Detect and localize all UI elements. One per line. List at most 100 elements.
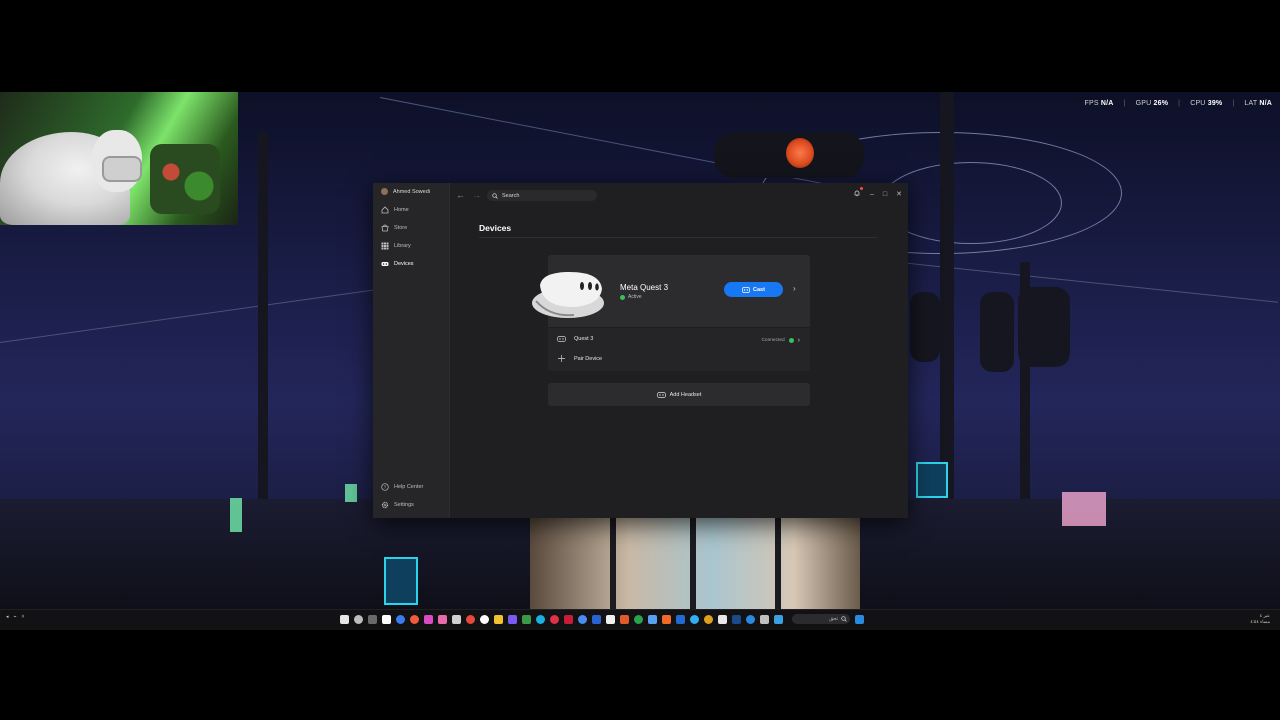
app-icon[interactable] <box>382 614 391 624</box>
app-icon[interactable] <box>746 614 755 624</box>
fps-stat: FPS N/A <box>1084 100 1114 107</box>
sidebar-item-label: Home <box>394 207 409 213</box>
headset-icon <box>557 336 566 342</box>
system-tray: ◂ ⌁ ˄ <box>6 614 24 620</box>
app-icon[interactable] <box>564 614 573 624</box>
app-icon[interactable] <box>424 614 433 624</box>
app-icon[interactable] <box>466 614 475 624</box>
app-icon[interactable] <box>494 614 503 624</box>
connection-status: Connected › <box>761 337 800 344</box>
app-icon[interactable] <box>704 614 713 624</box>
app-icon[interactable] <box>690 614 699 624</box>
taskbar-apps: تحق <box>340 614 864 624</box>
device-list: Quest 3 Connected › Pair Device <box>548 328 810 371</box>
cpu-stat: CPU 39% <box>1190 100 1223 107</box>
headset-icon <box>656 391 666 398</box>
home-icon <box>381 206 389 214</box>
network-icon[interactable]: ⌁ <box>14 614 17 620</box>
sidebar-item-library[interactable]: Library <box>381 242 411 250</box>
pair-device-button[interactable]: Pair Device <box>557 354 602 363</box>
chevron-right-icon[interactable]: › <box>798 337 800 344</box>
store-sign <box>384 557 418 605</box>
app-icon[interactable] <box>354 614 363 624</box>
quest-3-headset-image <box>532 271 604 318</box>
store-sign <box>916 462 948 498</box>
app-icon[interactable] <box>606 614 615 624</box>
headset-row[interactable]: Quest 3 <box>557 336 593 342</box>
app-icon[interactable] <box>480 614 489 624</box>
app-icon[interactable] <box>550 614 559 624</box>
neon-light <box>345 484 357 502</box>
webcam-overlay <box>0 92 238 225</box>
sidebar-item-devices[interactable]: Devices <box>381 260 414 268</box>
volume-icon[interactable]: ◂ <box>6 614 9 620</box>
sidebar-item-label: Help Center <box>394 484 424 490</box>
windows-start-icon[interactable] <box>855 614 864 624</box>
app-icon[interactable] <box>452 614 461 624</box>
avatar <box>381 188 388 195</box>
app-icon[interactable] <box>438 614 447 624</box>
app-icon[interactable] <box>578 614 587 624</box>
status-dot-icon <box>788 338 794 343</box>
taskbar: ◂ ⌁ ˄ تحق عبر ٤ مساء ٤:٥٤ <box>0 609 1280 630</box>
grid-icon <box>381 242 389 250</box>
storefront <box>530 517 860 609</box>
app-icon[interactable] <box>536 614 545 624</box>
app-icon[interactable] <box>634 614 643 624</box>
close-icon[interactable]: ✕ <box>896 190 902 198</box>
chevron-up-icon[interactable]: ˄ <box>22 614 25 620</box>
app-icon[interactable] <box>718 614 727 624</box>
signal-box <box>980 292 1014 372</box>
chevron-right-icon[interactable]: › <box>793 284 796 293</box>
forward-arrow-icon[interactable]: → <box>472 190 481 200</box>
pair-device-label: Pair Device <box>574 355 603 362</box>
app-icon[interactable] <box>648 614 657 624</box>
app-icon[interactable] <box>396 614 405 624</box>
app-icon[interactable] <box>620 614 629 624</box>
device-name: Meta Quest 3 <box>620 283 669 292</box>
app-icon[interactable] <box>340 614 349 624</box>
sidebar-item-label: Store <box>394 225 408 231</box>
performance-overlay: FPS N/A | GPU 26% | CPU 39% | LAT N/A <box>1084 100 1272 107</box>
cast-button[interactable]: Cast <box>724 282 783 297</box>
neon-light <box>230 498 242 532</box>
app-icon[interactable] <box>676 614 685 624</box>
app-icon[interactable] <box>760 614 769 624</box>
app-icon[interactable] <box>662 614 671 624</box>
sidebar-item-store[interactable]: Store <box>381 224 407 232</box>
traffic-light <box>714 132 864 178</box>
add-headset-button[interactable]: Add Headset <box>548 383 810 406</box>
minimize-icon[interactable]: – <box>870 191 874 198</box>
taskbar-search-text: تحق <box>829 616 838 622</box>
sidebar: Ahmed Sowedi Home Store Library Devices … <box>373 183 450 518</box>
app-icon[interactable] <box>368 614 377 624</box>
app-icon[interactable] <box>774 614 783 624</box>
app-icon[interactable] <box>592 614 601 624</box>
status-dot-icon <box>620 294 625 300</box>
sidebar-item-settings[interactable]: Settings <box>381 501 414 509</box>
taskbar-clock[interactable]: عبر ٤ مساء ٤:٥٤ <box>1250 613 1270 625</box>
neon-light <box>1062 492 1106 526</box>
title-bar: ← → Search – □ ✕ <box>450 183 908 207</box>
bell-icon[interactable] <box>853 187 863 199</box>
window-controls: – □ ✕ <box>853 187 902 199</box>
app-icon[interactable] <box>522 614 531 624</box>
sidebar-item-label: Devices <box>394 261 414 267</box>
sidebar-item-home[interactable]: Home <box>381 206 409 214</box>
connection-label: Connected <box>761 338 785 343</box>
app-icon[interactable] <box>410 614 419 624</box>
device-card[interactable]: Meta Quest 3 Active Cast › <box>532 255 810 327</box>
search-placeholder: Search <box>502 192 520 199</box>
page-title: Devices <box>479 223 512 233</box>
sidebar-item-help-center[interactable]: ? Help Center <box>381 483 423 491</box>
app-icon[interactable] <box>732 614 741 624</box>
maximize-icon[interactable]: □ <box>883 191 887 198</box>
profile[interactable]: Ahmed Sowedi <box>381 188 430 195</box>
app-icon[interactable] <box>508 614 517 624</box>
headset-icon <box>381 260 389 268</box>
back-arrow-icon[interactable]: ← <box>456 190 465 200</box>
search-input[interactable]: Search <box>487 190 597 201</box>
taskbar-search[interactable]: تحق <box>792 614 850 624</box>
sidebar-item-label: Settings <box>394 502 414 508</box>
meta-quest-app-window: Ahmed Sowedi Home Store Library Devices … <box>373 183 908 518</box>
